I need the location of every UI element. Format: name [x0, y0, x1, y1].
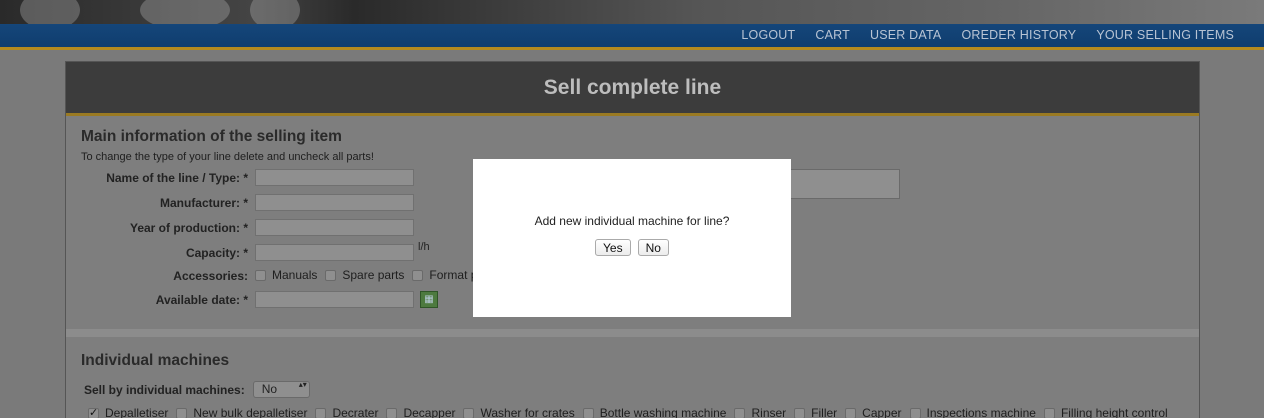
no-button[interactable]: No — [637, 239, 669, 256]
confirm-dialog: Add new individual machine for line? Yes… — [473, 159, 791, 317]
dialog-buttons: Yes No — [473, 239, 791, 256]
yes-button[interactable]: Yes — [595, 239, 631, 256]
dialog-message: Add new individual machine for line? — [534, 214, 730, 228]
